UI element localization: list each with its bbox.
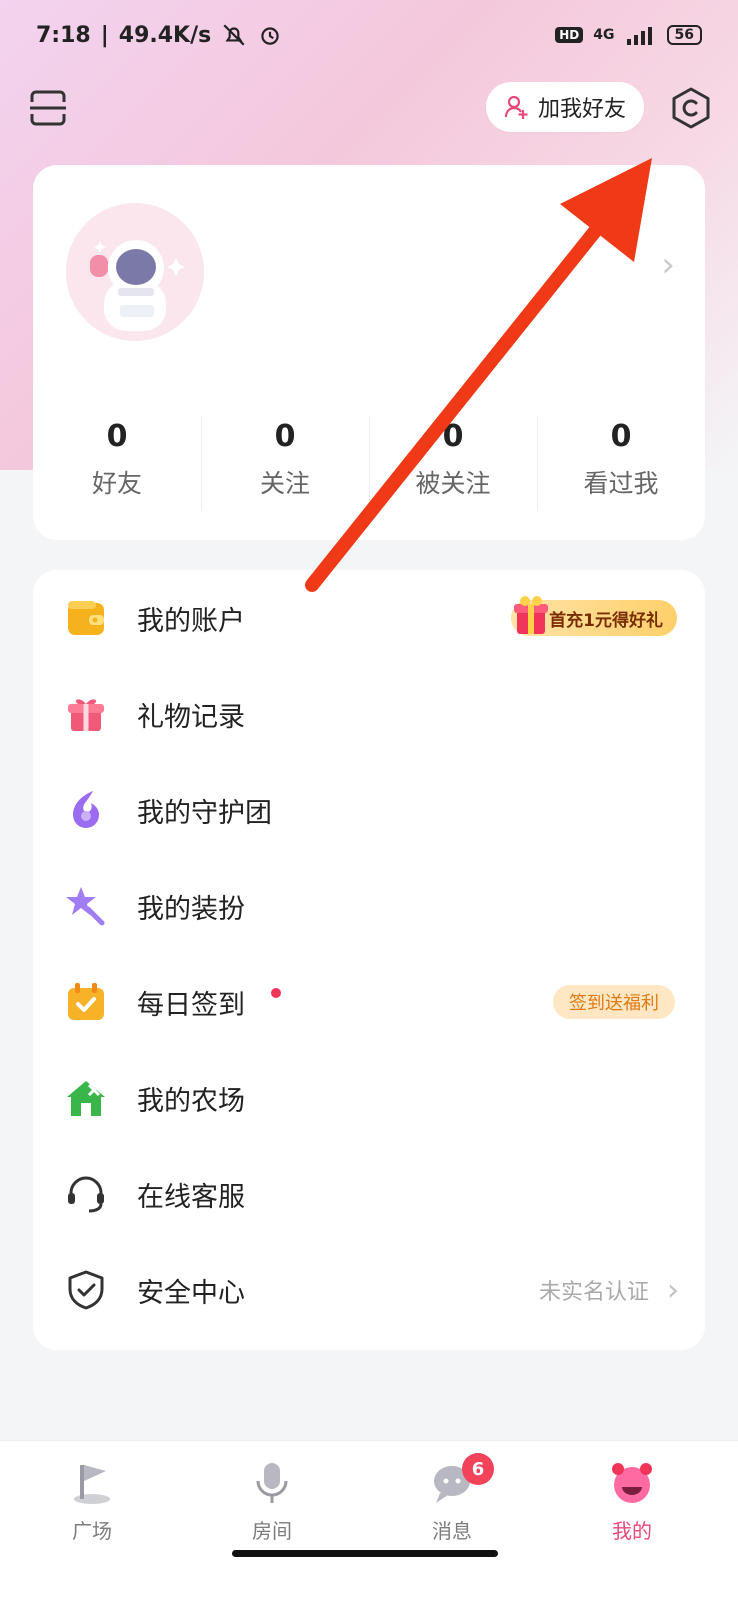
status-bar: 7:18 | 49.4K/s HD 4G 56: [0, 0, 738, 70]
profile-face-icon: [612, 1463, 652, 1503]
alarm-icon: [261, 27, 279, 45]
menu-card: 我的账户 首充1元得好礼 礼物记录 我的守护团 我的装扮 每日签到 签到送福利 …: [33, 570, 705, 1350]
menu-item-dress-up[interactable]: 我的装扮: [33, 858, 705, 954]
stat-value: 0: [274, 419, 296, 454]
menu-label: 我的守护团: [137, 797, 272, 829]
mute-bell-icon: [223, 24, 245, 46]
gift-box-icon: [514, 596, 549, 634]
menu-item-daily-checkin[interactable]: 每日签到 签到送福利: [33, 954, 705, 1050]
chevron-right-icon: ›: [667, 1272, 679, 1308]
network-type: 4G: [593, 27, 615, 43]
gift-icon: [68, 699, 104, 731]
calendar-check-icon: [68, 983, 104, 1020]
add-friend-label: 加我好友: [538, 97, 627, 122]
avatar[interactable]: [66, 203, 204, 341]
stat-value: 0: [610, 419, 632, 454]
hd-indicator: HD: [555, 27, 584, 43]
status-time: 7:18: [36, 22, 91, 48]
shield-check-icon: [68, 1270, 104, 1310]
first-recharge-badge[interactable]: 首充1元得好礼: [511, 596, 677, 636]
battery-indicator: 56: [666, 25, 702, 45]
stat-visitors[interactable]: 0 看过我: [537, 415, 705, 525]
signal-icon: [626, 27, 652, 45]
menu-label: 我的账户: [137, 605, 245, 637]
tab-me[interactable]: 我的: [572, 1459, 692, 1544]
checkin-benefit-badge[interactable]: 签到送福利: [553, 985, 675, 1019]
menu-label: 在线客服: [137, 1181, 245, 1213]
star-wand-icon: [66, 887, 105, 926]
stat-friends[interactable]: 0 好友: [33, 415, 201, 525]
add-friend-button[interactable]: 加我好友: [486, 82, 645, 132]
status-network-speed: 49.4K/s: [118, 22, 212, 48]
tab-label: 我的: [612, 1519, 652, 1543]
add-friend-icon: [504, 95, 528, 119]
menu-item-account[interactable]: 我的账户 首充1元得好礼: [33, 570, 705, 666]
top-bar: 加我好友: [0, 80, 738, 136]
stat-value: 0: [442, 419, 464, 454]
tab-label: 房间: [252, 1519, 292, 1543]
tab-messages[interactable]: 6 消息: [392, 1453, 512, 1544]
stats-row: 0 好友 0 关注 0 被关注 0 看过我: [33, 415, 705, 525]
badge-text: 签到送福利: [569, 993, 659, 1014]
tab-label: 广场: [72, 1519, 112, 1543]
settings-icon[interactable]: [669, 86, 713, 130]
tab-room[interactable]: 房间: [212, 1459, 332, 1544]
menu-label: 我的农场: [137, 1085, 245, 1117]
tab-label: 消息: [432, 1519, 472, 1543]
stat-label: 看过我: [583, 469, 659, 498]
astronaut-avatar-icon: [66, 203, 204, 341]
menu-label: 礼物记录: [137, 701, 245, 733]
verification-status: 未实名认证: [538, 1280, 649, 1305]
stat-value: 0: [106, 419, 128, 454]
menu-label: 安全中心: [137, 1277, 245, 1309]
stat-following[interactable]: 0 关注: [201, 415, 369, 525]
wallet-icon: [68, 601, 104, 635]
menu-label: 我的装扮: [137, 893, 245, 925]
home-indicator: [232, 1550, 498, 1557]
menu-item-gift-records[interactable]: 礼物记录: [33, 666, 705, 762]
headset-icon: [68, 1176, 104, 1213]
unread-badge: 6: [462, 1453, 494, 1485]
scan-icon[interactable]: [28, 88, 68, 128]
menu-item-farm[interactable]: 我的农场: [33, 1050, 705, 1146]
flame-icon: [73, 791, 99, 828]
menu-item-guardian[interactable]: 我的守护团: [33, 762, 705, 858]
farm-house-icon: [67, 1081, 105, 1116]
stat-followers[interactable]: 0 被关注: [369, 415, 537, 525]
profile-card[interactable]: › 0 好友 0 关注 0 被关注 0 看过我: [33, 165, 705, 540]
menu-label: 每日签到: [137, 989, 245, 1021]
stat-label: 关注: [259, 469, 310, 498]
microphone-icon: [256, 1463, 288, 1503]
bottom-nav: 广场 房间 6 消息 我的: [0, 1440, 738, 1601]
notification-dot: [271, 988, 281, 998]
tab-plaza[interactable]: 广场: [32, 1459, 152, 1544]
flag-icon: [74, 1465, 110, 1504]
menu-item-customer-service[interactable]: 在线客服: [33, 1146, 705, 1242]
stat-label: 好友: [91, 469, 142, 498]
menu-item-security-center[interactable]: 安全中心 未实名认证 ›: [33, 1242, 705, 1338]
badge-text: 首充1元得好礼: [549, 610, 663, 631]
stat-label: 被关注: [415, 469, 491, 498]
chevron-right-icon[interactable]: ›: [661, 245, 675, 285]
